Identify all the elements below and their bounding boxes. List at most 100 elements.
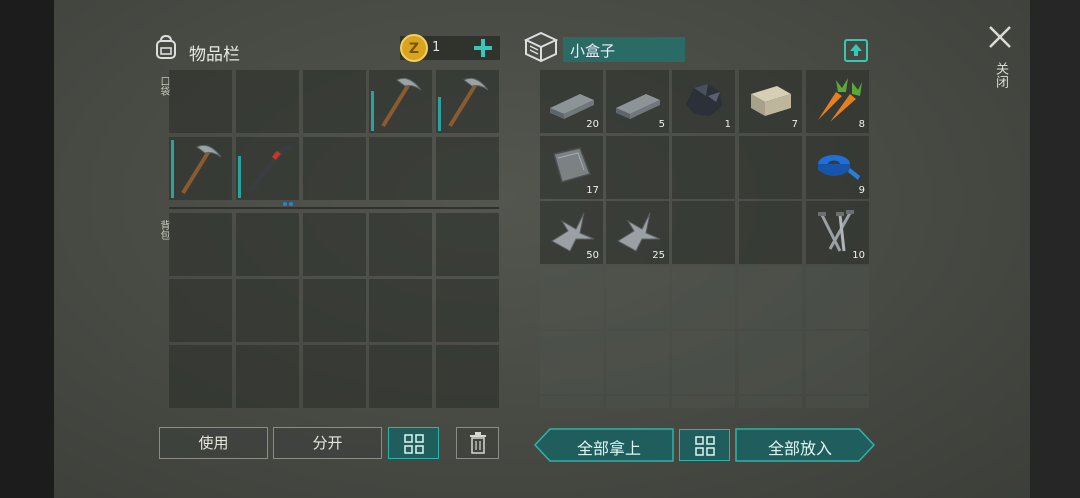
durability-bar — [238, 156, 241, 198]
pocket-slot[interactable] — [436, 137, 499, 200]
pocket-slot[interactable] — [236, 70, 299, 133]
container-slot[interactable] — [806, 331, 869, 394]
screen-bezel-right — [1030, 0, 1080, 498]
backpack-slot[interactable] — [236, 279, 299, 342]
backpack-slot[interactable] — [436, 279, 499, 342]
trash-icon — [469, 432, 486, 454]
pocket-slot-pickaxe[interactable] — [436, 70, 499, 133]
mod-indicator — [283, 191, 293, 206]
container-slot-metal-plate[interactable]: 17 — [540, 136, 603, 199]
backpack-slot[interactable] — [303, 345, 366, 408]
container-slot[interactable] — [806, 396, 869, 408]
item-quantity: 25 — [652, 250, 665, 261]
container-slot[interactable] — [606, 136, 669, 199]
pocket-slot-crowbar[interactable] — [236, 137, 299, 206]
container-slot-stone-block[interactable]: 7 — [739, 70, 802, 133]
backpack-icon — [152, 33, 180, 61]
pocket-slot[interactable] — [169, 70, 232, 133]
container-slot[interactable] — [739, 331, 802, 394]
container-slot[interactable] — [672, 331, 735, 394]
backpack-slot[interactable] — [169, 345, 232, 408]
container-slot[interactable] — [606, 331, 669, 394]
durability-bar — [371, 91, 374, 131]
coin-count: 1 — [432, 40, 441, 55]
pickaxe-icon — [448, 77, 489, 128]
backpack-slot[interactable] — [303, 279, 366, 342]
container-slot[interactable] — [739, 266, 802, 329]
split-button[interactable]: 分开 — [273, 427, 382, 459]
upload-button[interactable] — [843, 37, 869, 63]
container-slot-metal-scrap[interactable]: 50 — [540, 201, 603, 264]
backpack-slot[interactable] — [436, 345, 499, 408]
item-quantity: 9 — [858, 185, 865, 196]
pocket-slot[interactable] — [303, 70, 366, 133]
sort-container-button[interactable] — [679, 429, 730, 461]
container-slot[interactable] — [806, 266, 869, 329]
container-slot-nails[interactable]: 10 — [806, 201, 869, 264]
container-slot-iron-bar[interactable]: 5 — [606, 70, 669, 133]
container-slot[interactable] — [540, 331, 603, 394]
backpack-slot[interactable] — [236, 345, 299, 408]
container-name-field[interactable]: 小盒子 — [563, 37, 685, 62]
container-slot[interactable] — [739, 396, 802, 408]
take-all-button[interactable]: 全部拿上 — [534, 428, 674, 462]
pocket-slot[interactable] — [369, 137, 432, 200]
pocket-slot[interactable] — [303, 137, 366, 200]
container-slot[interactable] — [540, 266, 603, 329]
put-all-button[interactable]: 全部放入 — [735, 428, 875, 462]
backpack-slot[interactable] — [369, 213, 432, 276]
container-slot[interactable] — [672, 201, 735, 264]
take-all-label: 全部拿上 — [576, 439, 641, 458]
container-slot-metal-scrap[interactable]: 25 — [606, 201, 669, 264]
item-quantity: 10 — [852, 250, 865, 261]
close-icon — [989, 26, 1011, 48]
item-quantity: 7 — [791, 119, 798, 130]
backpack-slot[interactable] — [369, 345, 432, 408]
container-slot[interactable] — [672, 396, 735, 408]
item-quantity: 1 — [724, 119, 731, 130]
container-slot-blue-tape[interactable]: 9 — [806, 136, 869, 199]
container-slot[interactable] — [672, 266, 735, 329]
svg-text:Z: Z — [409, 41, 419, 57]
pocket-slot-pickaxe[interactable] — [369, 70, 432, 133]
item-quantity: 8 — [858, 119, 865, 130]
durability-bar — [438, 97, 441, 131]
backpack-slot[interactable] — [236, 213, 299, 276]
put-all-label: 全部放入 — [767, 439, 832, 458]
upload-icon — [844, 39, 868, 62]
coin-icon: Z — [399, 33, 429, 63]
inventory-title: 物品栏 — [189, 45, 240, 65]
container-slot[interactable] — [606, 266, 669, 329]
durability-bar — [171, 140, 174, 198]
item-quantity: 17 — [586, 185, 599, 196]
close-label: 关闭 — [993, 62, 1008, 88]
use-button[interactable]: 使用 — [159, 427, 268, 459]
backpack-slot[interactable] — [169, 213, 232, 276]
backpack-slot[interactable] — [303, 213, 366, 276]
container-slot[interactable] — [739, 201, 802, 264]
plus-icon — [474, 39, 492, 57]
grid-icon — [403, 434, 424, 454]
item-quantity: 20 — [586, 119, 599, 130]
container-slot-iron-bar[interactable]: 20 — [540, 70, 603, 133]
pickaxe-icon — [181, 144, 222, 195]
pocket-slot-pickaxe[interactable] — [169, 137, 232, 200]
trash-button[interactable] — [456, 427, 499, 459]
container-slot[interactable] — [540, 396, 603, 408]
container-name: 小盒子 — [570, 42, 616, 60]
backpack-slot[interactable] — [369, 279, 432, 342]
add-coins-button[interactable] — [472, 37, 494, 59]
pickaxe-icon — [381, 77, 422, 128]
backpack-slot[interactable] — [169, 279, 232, 342]
pocket-backpack-divider — [169, 207, 499, 209]
box-icon — [523, 31, 559, 63]
sort-inventory-button[interactable] — [388, 427, 439, 459]
container-slot[interactable] — [672, 136, 735, 199]
backpack-slot[interactable] — [436, 213, 499, 276]
container-slot-carrot[interactable]: 8 — [806, 70, 869, 133]
grid-icon — [694, 436, 715, 456]
container-slot[interactable] — [606, 396, 669, 408]
close-button[interactable]: 关闭 — [985, 24, 1015, 104]
container-slot[interactable] — [739, 136, 802, 199]
container-slot-coal-ore[interactable]: 1 — [672, 70, 735, 133]
